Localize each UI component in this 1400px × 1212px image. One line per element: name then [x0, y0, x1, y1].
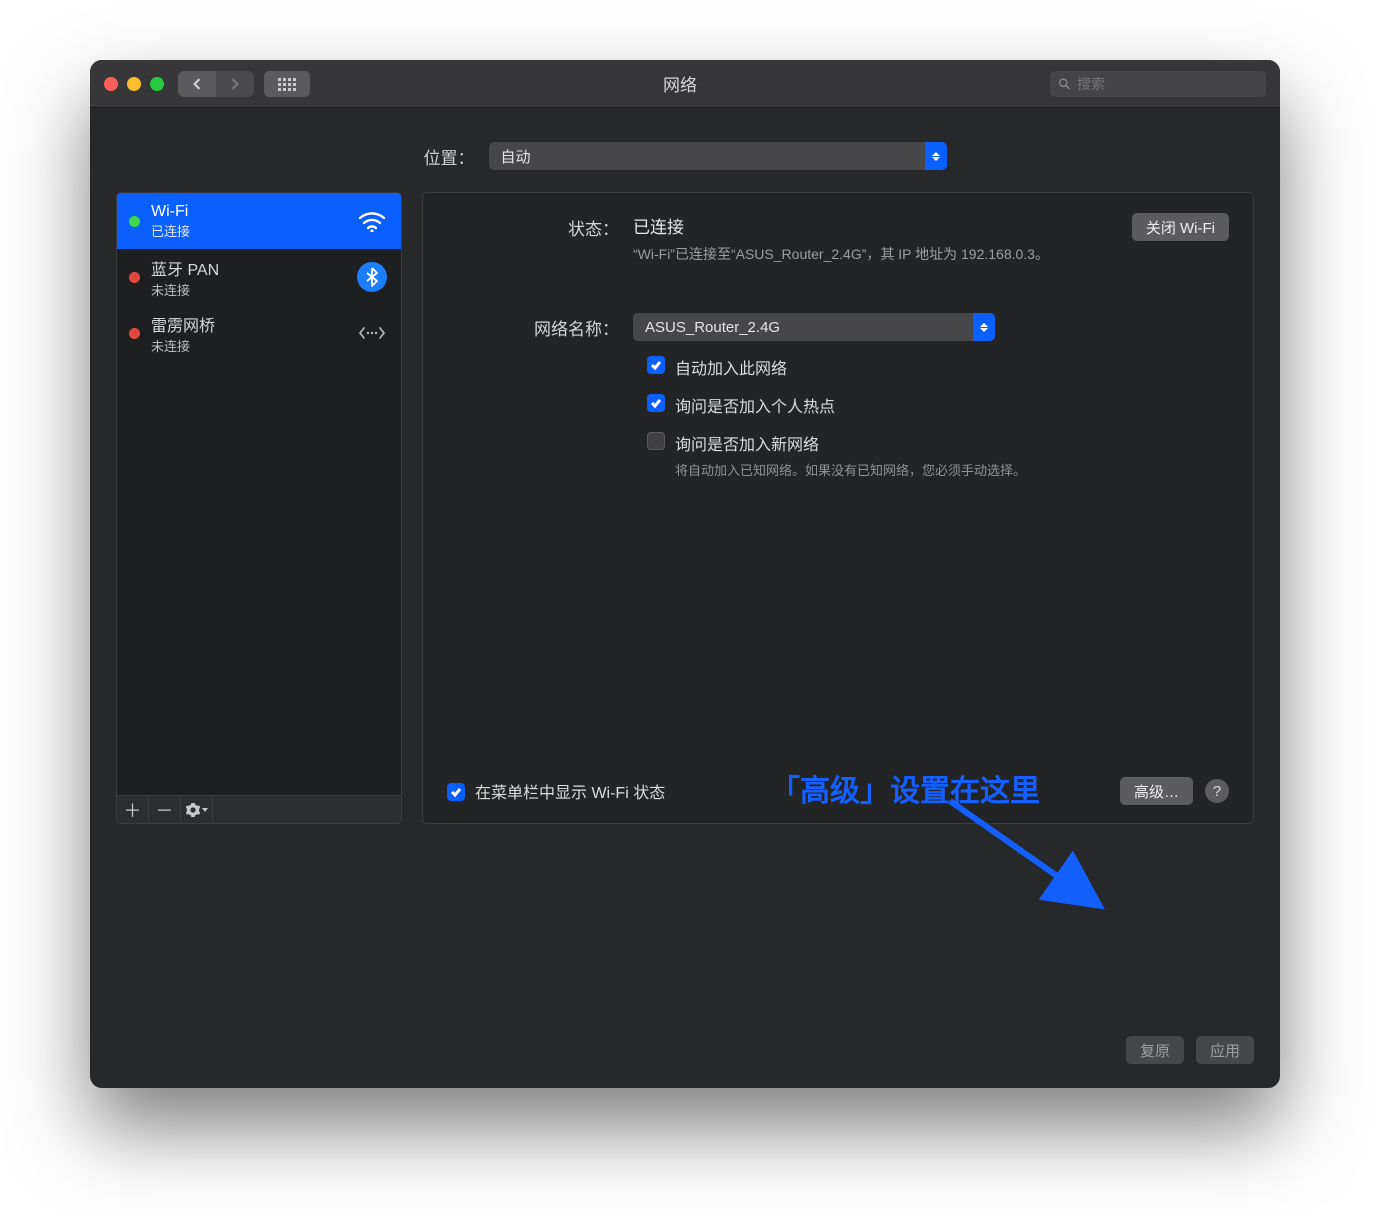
nav-buttons: [178, 71, 254, 97]
ask-new-networks-desc: 将自动加入已知网络。如果没有已知网络，您必须手动选择。: [675, 461, 1026, 481]
location-select[interactable]: 自动: [489, 142, 947, 170]
help-button[interactable]: ?: [1205, 779, 1229, 803]
back-button[interactable]: [178, 71, 216, 97]
apply-button[interactable]: 应用: [1196, 1036, 1254, 1064]
show-wifi-menubar-label: 在菜单栏中显示 Wi-Fi 状态: [475, 779, 665, 803]
status-value: 已连接: [633, 213, 1049, 238]
remove-interface-button[interactable]: －: [149, 796, 181, 824]
select-stepper-icon: [925, 142, 947, 170]
minimize-window-button[interactable]: [127, 77, 141, 91]
footer-buttons: 复原 应用: [1126, 1036, 1254, 1064]
ask-new-networks-label: 询问是否加入新网络: [675, 431, 1026, 455]
sidebar-item-subtitle: 未连接: [151, 280, 219, 299]
traffic-lights: [104, 77, 164, 91]
status-dot-icon: [129, 328, 140, 339]
location-row: 位置： 自动: [90, 142, 1280, 170]
network-name-label: 网络名称：: [447, 313, 633, 341]
search-icon: [1058, 77, 1071, 91]
status-description: “Wi-Fi”已连接至“ASUS_Router_2.4G”，其 IP 地址为 1…: [633, 244, 1049, 265]
sidebar-item-bluetooth-pan[interactable]: 蓝牙 PAN 未连接: [117, 249, 401, 305]
network-name-select[interactable]: ASUS_Router_2.4G: [633, 313, 995, 341]
autojoin-checkbox[interactable]: [647, 356, 665, 374]
interface-actions-button[interactable]: [181, 796, 213, 824]
sidebar-item-wifi[interactable]: Wi-Fi 已连接: [117, 193, 401, 249]
network-name-value: ASUS_Router_2.4G: [645, 319, 780, 336]
sidebar-item-title: Wi-Fi: [151, 203, 190, 221]
add-interface-button[interactable]: ＋: [117, 796, 149, 824]
search-field[interactable]: [1050, 71, 1266, 97]
location-label: 位置：: [424, 144, 475, 169]
sidebar-toolbar: ＋ －: [117, 795, 401, 823]
gear-icon: [186, 803, 200, 817]
zoom-window-button[interactable]: [150, 77, 164, 91]
show-all-button[interactable]: [264, 71, 310, 97]
interfaces-sidebar: Wi-Fi 已连接 蓝牙 PAN 未连接: [116, 192, 402, 824]
close-window-button[interactable]: [104, 77, 118, 91]
wifi-icon: [355, 204, 389, 238]
chevron-down-icon: [202, 808, 208, 812]
ask-hotspot-label: 询问是否加入个人热点: [675, 393, 835, 417]
network-preferences-window: 网络 位置： 自动 Wi-Fi 已连接: [90, 60, 1280, 1088]
location-value: 自动: [501, 146, 531, 167]
search-input[interactable]: [1077, 76, 1258, 92]
status-dot-icon: [129, 216, 140, 227]
main-panel: 状态： 已连接 “Wi-Fi”已连接至“ASUS_Router_2.4G”，其 …: [422, 192, 1254, 824]
sidebar-item-title: 雷雳网桥: [151, 312, 215, 336]
sidebar-item-title: 蓝牙 PAN: [151, 256, 219, 280]
sidebar-item-subtitle: 已连接: [151, 221, 190, 240]
forward-button[interactable]: [216, 71, 254, 97]
sidebar-item-subtitle: 未连接: [151, 336, 215, 355]
ask-new-networks-checkbox[interactable]: [647, 432, 665, 450]
sidebar-item-thunderbolt-bridge[interactable]: 雷雳网桥 未连接: [117, 305, 401, 361]
autojoin-label: 自动加入此网络: [675, 355, 787, 379]
turn-wifi-off-button[interactable]: 关闭 Wi-Fi: [1132, 213, 1229, 241]
bluetooth-icon: [355, 260, 389, 294]
status-dot-icon: [129, 272, 140, 283]
advanced-button[interactable]: 高级…: [1120, 777, 1193, 805]
titlebar: 网络: [90, 60, 1280, 108]
window-title: 网络: [310, 71, 1050, 96]
show-wifi-menubar-checkbox[interactable]: [447, 783, 465, 801]
revert-button[interactable]: 复原: [1126, 1036, 1184, 1064]
select-stepper-icon: [973, 313, 995, 341]
ask-hotspot-checkbox[interactable]: [647, 394, 665, 412]
thunderbolt-bridge-icon: [355, 322, 389, 344]
status-label: 状态：: [447, 213, 633, 265]
